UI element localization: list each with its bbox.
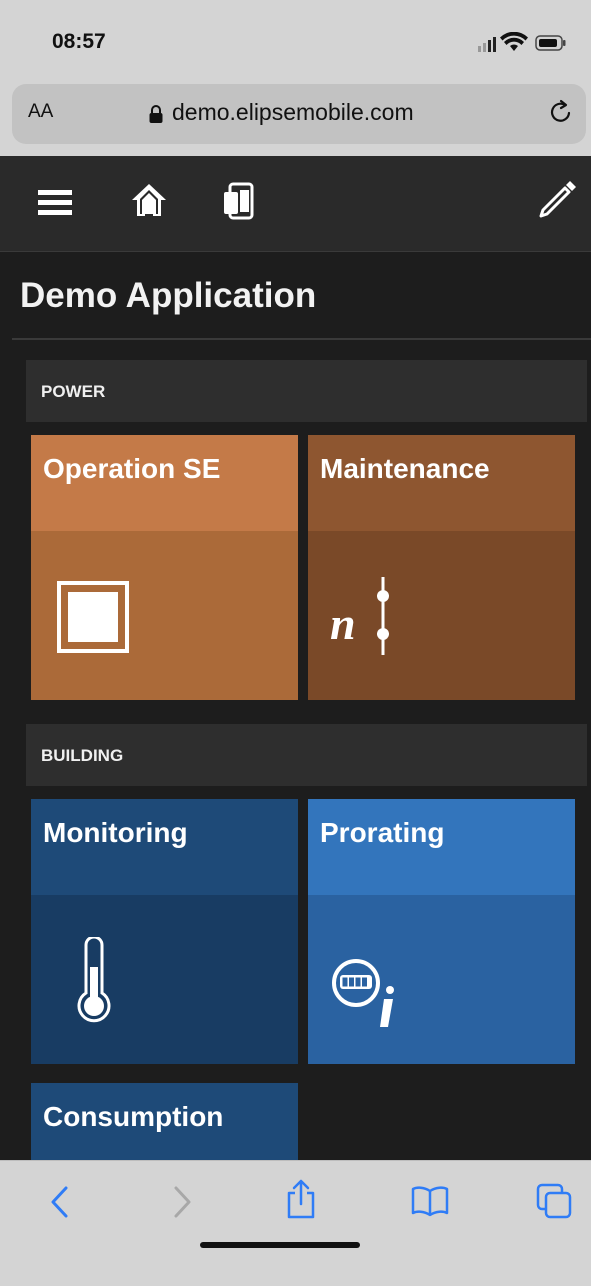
battery-icon — [535, 35, 566, 51]
tile-label: Maintenance — [320, 453, 490, 484]
thermometer-icon — [77, 937, 111, 1023]
back-icon[interactable] — [48, 1185, 72, 1219]
forward-icon[interactable] — [170, 1185, 194, 1219]
text-size-label: AA — [28, 101, 54, 122]
tile-operation-se[interactable]: Operation SE — [31, 435, 298, 700]
signal-icon — [478, 37, 496, 52]
tile-prorating[interactable]: Prorating — [308, 799, 575, 1064]
page-title: Demo Application — [20, 276, 317, 315]
menu-icon[interactable] — [38, 188, 72, 218]
tile-label: Prorating — [320, 817, 445, 848]
status-time: 08:57 — [52, 30, 106, 53]
section-label: POWER — [41, 382, 106, 401]
wifi-icon — [500, 32, 528, 51]
svg-text:n: n — [330, 598, 356, 649]
lock-icon — [149, 105, 163, 123]
bookmarks-icon[interactable] — [410, 1185, 450, 1217]
tabs-icon[interactable] — [535, 1182, 573, 1220]
tile-maintenance[interactable]: Maintenance n — [308, 435, 575, 700]
home-indicator — [200, 1242, 360, 1248]
maintenance-switch-icon: n — [330, 577, 389, 655]
section-header-building: BUILDING — [26, 724, 587, 786]
meter-info-icon — [332, 959, 394, 1027]
tile-label: Monitoring — [43, 817, 188, 848]
tile-monitoring[interactable]: Monitoring — [31, 799, 298, 1064]
substation-icon — [57, 581, 129, 653]
tile-consumption[interactable]: Consumption — [31, 1083, 298, 1160]
tile-label: Consumption — [43, 1101, 224, 1132]
app-navbar — [0, 156, 591, 252]
reload-icon[interactable] — [548, 98, 574, 126]
url-text[interactable]: demo.elipsemobile.com — [172, 99, 414, 126]
title-divider — [12, 338, 591, 340]
device-icon[interactable] — [220, 182, 264, 220]
share-icon[interactable] — [285, 1178, 317, 1220]
edit-pencil-icon[interactable] — [537, 180, 577, 220]
tile-label: Operation SE — [43, 453, 221, 484]
section-header-power: POWER — [26, 360, 587, 422]
text-size-button[interactable]: AA — [28, 101, 53, 123]
home-icon[interactable] — [130, 182, 168, 218]
system-status-icons — [478, 32, 566, 52]
section-label: BUILDING — [41, 746, 124, 765]
